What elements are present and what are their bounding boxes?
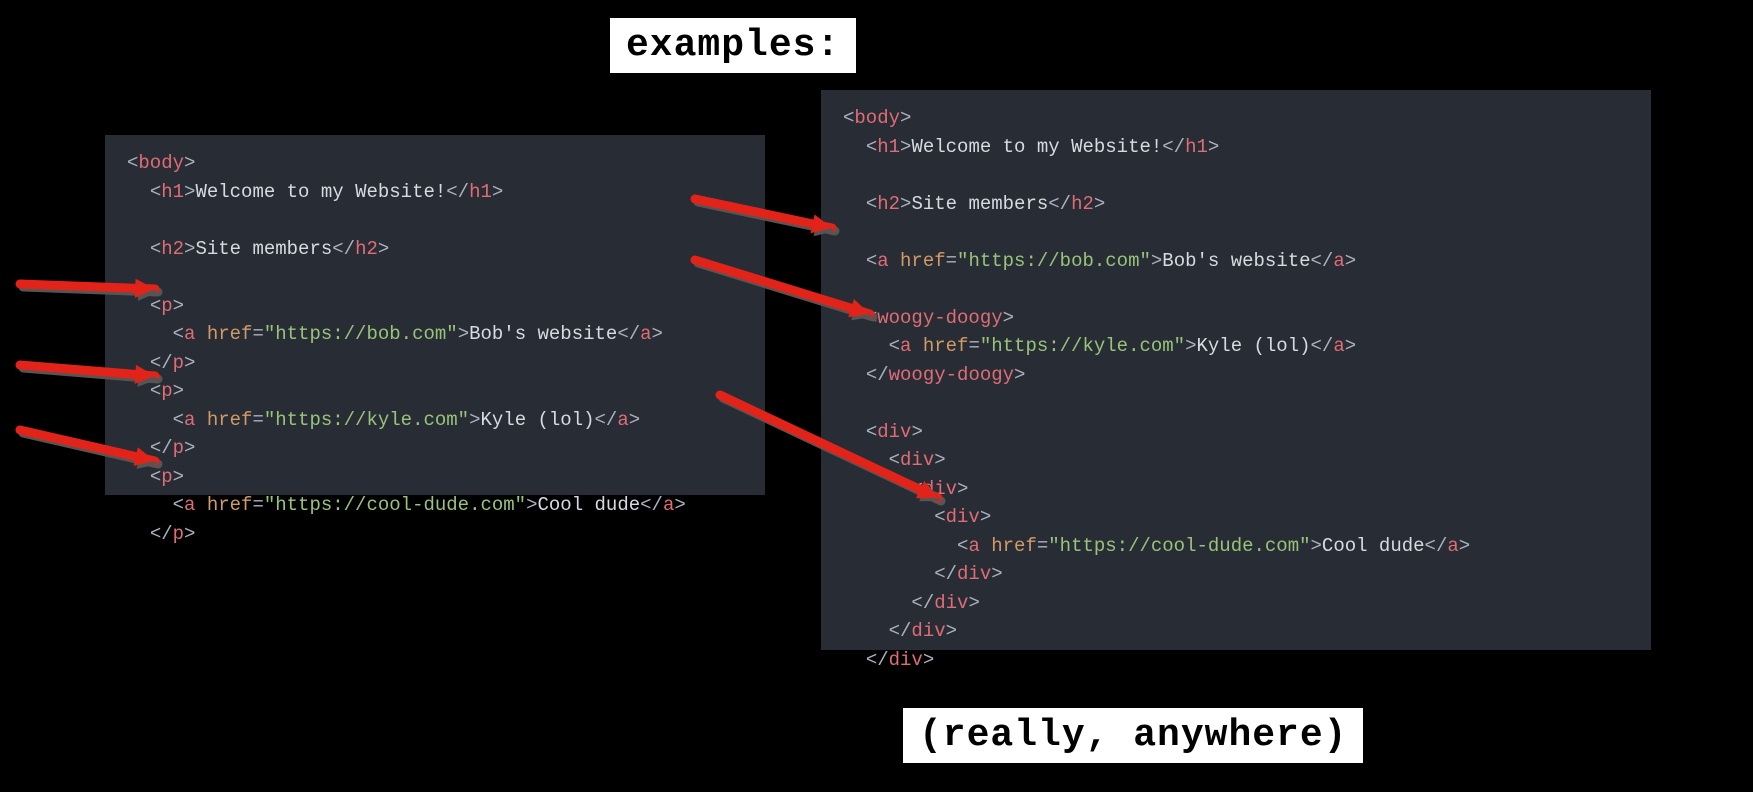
title-examples: examples: [610, 18, 856, 73]
title-anywhere: (really, anywhere) [903, 708, 1363, 763]
code-block-left: <body> <h1>Welcome to my Website!</h1> <… [105, 135, 765, 495]
code-block-right: <body> <h1>Welcome to my Website!</h1> <… [821, 90, 1651, 650]
